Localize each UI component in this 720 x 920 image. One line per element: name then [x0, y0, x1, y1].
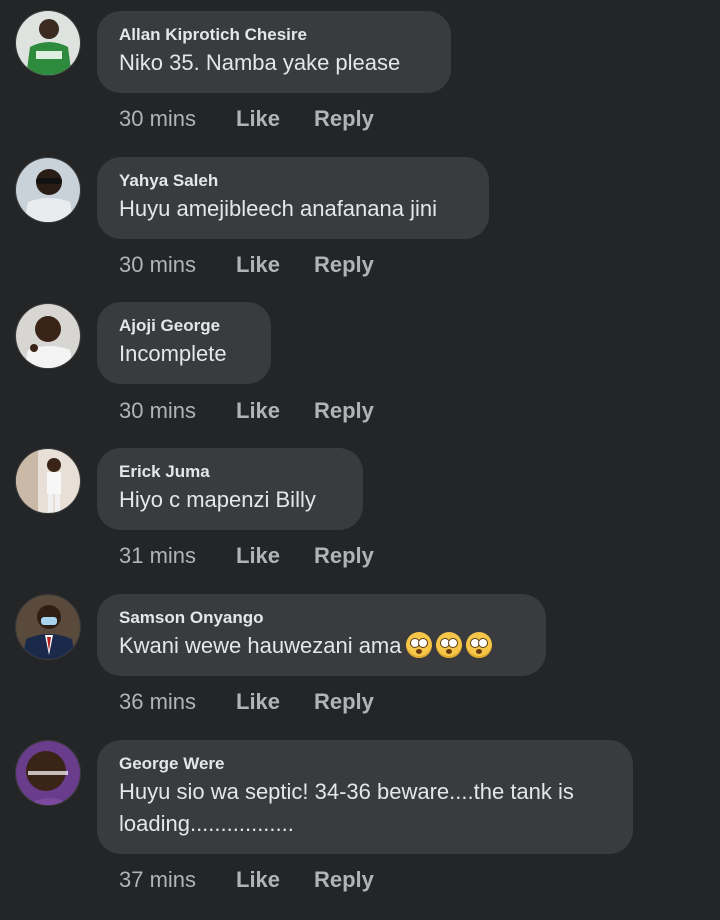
- flushed-face-emoji: [435, 632, 462, 658]
- comment-actions: 30 mins Like Reply: [119, 396, 374, 426]
- like-button[interactable]: Like: [236, 398, 314, 424]
- avatar[interactable]: [15, 303, 81, 369]
- comment-actions: 36 mins Like Reply: [119, 687, 374, 717]
- like-button[interactable]: Like: [236, 252, 314, 278]
- flushed-face-emoji: [465, 632, 492, 658]
- timestamp[interactable]: 30 mins: [119, 106, 236, 132]
- avatar[interactable]: [15, 594, 81, 660]
- timestamp[interactable]: 31 mins: [119, 543, 236, 569]
- comment-actions: 37 mins Like Reply: [119, 865, 374, 895]
- reply-button[interactable]: Reply: [314, 252, 374, 278]
- avatar[interactable]: [15, 448, 81, 514]
- commenter-name[interactable]: Yahya Saleh: [119, 171, 467, 191]
- like-button[interactable]: Like: [236, 543, 314, 569]
- comment-text: Hiyo c mapenzi Billy: [119, 487, 316, 512]
- reply-button[interactable]: Reply: [314, 106, 374, 132]
- timestamp[interactable]: 30 mins: [119, 398, 236, 424]
- reply-button[interactable]: Reply: [314, 867, 374, 893]
- avatar[interactable]: [15, 740, 81, 806]
- like-button[interactable]: Like: [236, 689, 314, 715]
- like-button[interactable]: Like: [236, 867, 314, 893]
- comment-text-body: Kwani wewe hauwezani ama: [119, 633, 402, 658]
- comment-text: Kwani wewe hauwezani ama: [119, 630, 524, 662]
- comment-text: Incomplete: [119, 341, 227, 366]
- avatar[interactable]: [15, 10, 81, 76]
- comment-bubble: Allan Kiprotich Chesire Niko 35. Namba y…: [97, 11, 451, 93]
- comment-text: Huyu sio wa septic! 34-36 beware....the …: [119, 779, 574, 836]
- commenter-name[interactable]: George Were: [119, 754, 611, 774]
- comment-text: Huyu amejibleech anafanana jini: [119, 196, 437, 221]
- timestamp[interactable]: 36 mins: [119, 689, 236, 715]
- commenter-name[interactable]: Allan Kiprotich Chesire: [119, 25, 429, 45]
- flushed-face-emoji: [405, 632, 432, 658]
- timestamp[interactable]: 37 mins: [119, 867, 236, 893]
- like-button[interactable]: Like: [236, 106, 314, 132]
- avatar[interactable]: [15, 157, 81, 223]
- comment-actions: 30 mins Like Reply: [119, 104, 374, 134]
- comment-bubble: Ajoji George Incomplete: [97, 302, 271, 384]
- commenter-name[interactable]: Ajoji George: [119, 316, 249, 336]
- commenter-name[interactable]: Erick Juma: [119, 462, 341, 482]
- reply-button[interactable]: Reply: [314, 398, 374, 424]
- comment-text: Niko 35. Namba yake please: [119, 50, 401, 75]
- reply-button[interactable]: Reply: [314, 689, 374, 715]
- timestamp[interactable]: 30 mins: [119, 252, 236, 278]
- comment-bubble: Samson Onyango Kwani wewe hauwezani ama: [97, 594, 546, 676]
- comment-bubble: George Were Huyu sio wa septic! 34-36 be…: [97, 740, 633, 854]
- comment-actions: 31 mins Like Reply: [119, 541, 374, 571]
- commenter-name[interactable]: Samson Onyango: [119, 608, 524, 628]
- comment-bubble: Erick Juma Hiyo c mapenzi Billy: [97, 448, 363, 530]
- comment-bubble: Yahya Saleh Huyu amejibleech anafanana j…: [97, 157, 489, 239]
- reply-button[interactable]: Reply: [314, 543, 374, 569]
- comment-actions: 30 mins Like Reply: [119, 250, 374, 280]
